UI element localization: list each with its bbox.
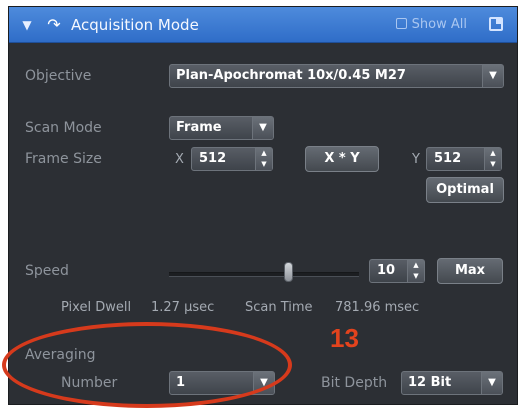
pixel-dwell-label: Pixel Dwell xyxy=(61,300,132,315)
bit-depth-value: 12 Bit xyxy=(408,375,452,390)
pixel-dwell-value: 1.27 µsec xyxy=(151,300,215,315)
objective-label: Objective xyxy=(25,68,92,84)
bit-depth-dropdown[interactable]: 12 Bit ▼ xyxy=(401,371,503,395)
averaging-number-label: Number xyxy=(61,375,118,391)
frame-x-spinbox[interactable]: 512 ▲ ▼ xyxy=(191,147,273,171)
objective-dropdown[interactable]: Plan-Apochromat 10x/0.45 M27 ▼ xyxy=(169,64,504,88)
acquisition-mode-icon: ↷ xyxy=(47,15,61,34)
frame-x-value: 512 xyxy=(199,151,227,166)
max-speed-button[interactable]: Max xyxy=(437,258,503,284)
averaging-section-label: Averaging xyxy=(25,347,96,363)
stepper-arrows-icon[interactable]: ▲ ▼ xyxy=(255,148,272,170)
chevron-down-icon[interactable]: ▼ xyxy=(253,372,274,394)
chevron-down-icon[interactable]: ▼ xyxy=(482,65,503,87)
scan-time-value: 781.96 msec xyxy=(335,300,420,315)
frame-y-spinbox[interactable]: 512 ▲ ▼ xyxy=(426,147,502,171)
show-all-toggle[interactable]: Show All xyxy=(395,7,467,43)
frame-x-label: X xyxy=(175,152,184,167)
show-all-checkbox-icon[interactable] xyxy=(395,18,407,29)
scan-mode-value: Frame xyxy=(176,120,222,135)
averaging-number-value: 1 xyxy=(176,375,186,390)
collapse-arrow-icon[interactable]: ▼ xyxy=(19,7,35,43)
speed-label: Speed xyxy=(25,263,69,279)
speed-spinbox[interactable]: 10 ▲ ▼ xyxy=(369,259,425,283)
stepper-arrows-icon[interactable]: ▲ ▼ xyxy=(484,148,501,170)
scan-mode-dropdown[interactable]: Frame ▼ xyxy=(169,116,274,140)
xy-link-button[interactable]: X * Y xyxy=(305,146,379,172)
stepper-arrows-icon[interactable]: ▲ ▼ xyxy=(407,260,424,282)
averaging-number-dropdown[interactable]: 1 ▼ xyxy=(169,371,275,395)
panel-title: Acquisition Mode xyxy=(71,16,199,34)
undock-window-icon[interactable] xyxy=(489,17,503,31)
panel-titlebar[interactable]: ▼ ↷ Acquisition Mode Show All xyxy=(9,7,517,43)
objective-value: Plan-Apochromat 10x/0.45 M27 xyxy=(176,68,406,83)
optimal-button[interactable]: Optimal xyxy=(426,177,504,203)
speed-slider-track[interactable] xyxy=(169,272,359,277)
screenshot-frame: ▼ ↷ Acquisition Mode Show All Objective … xyxy=(0,0,532,408)
frame-y-value: 512 xyxy=(434,151,462,166)
annotation-step-number: 13 xyxy=(330,323,359,353)
speed-slider-handle[interactable] xyxy=(284,262,293,282)
show-all-label: Show All xyxy=(411,17,467,32)
acquisition-mode-panel: ▼ ↷ Acquisition Mode Show All Objective … xyxy=(8,6,518,405)
chevron-down-icon[interactable]: ▼ xyxy=(481,372,502,394)
frame-y-label: Y xyxy=(412,152,420,167)
speed-value: 10 xyxy=(377,263,396,278)
scan-time-label: Scan Time xyxy=(245,300,313,315)
frame-size-label: Frame Size xyxy=(25,151,102,167)
scan-mode-label: Scan Mode xyxy=(25,120,102,136)
chevron-down-icon[interactable]: ▼ xyxy=(252,117,273,139)
bit-depth-label: Bit Depth xyxy=(321,375,388,391)
